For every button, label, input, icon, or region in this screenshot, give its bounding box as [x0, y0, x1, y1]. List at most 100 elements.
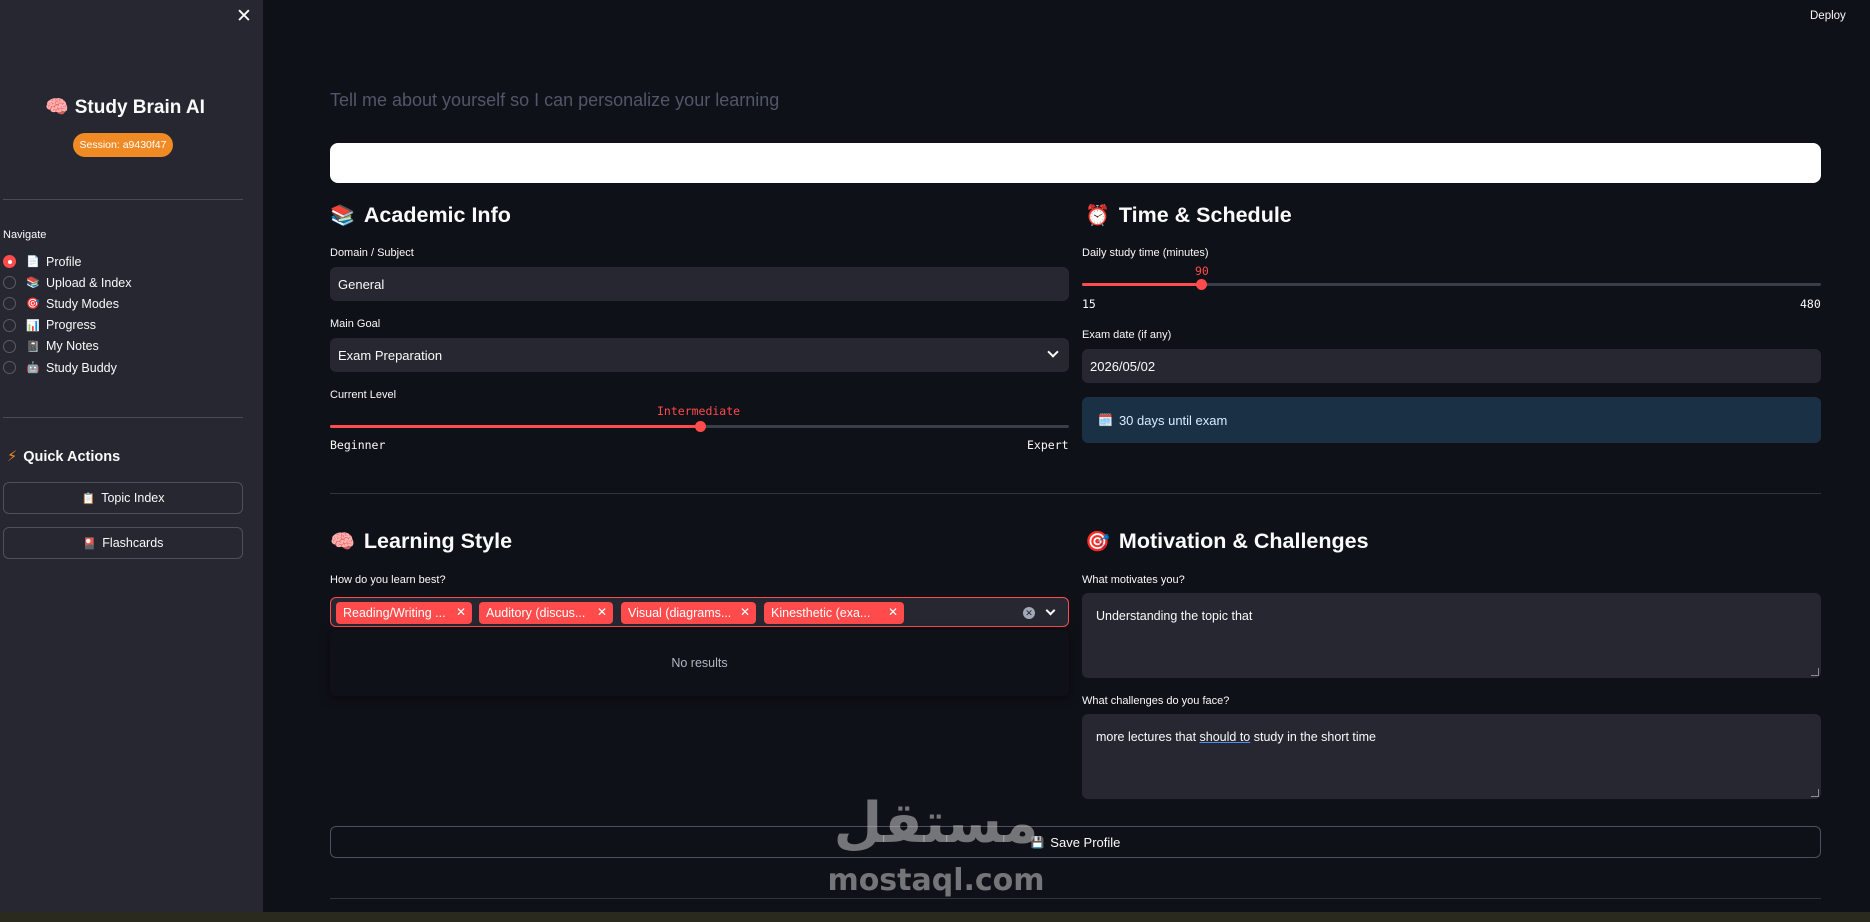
study-time-slider-thumb[interactable]: [1196, 279, 1208, 290]
learning-style-question: How do you learn best?: [330, 574, 446, 586]
page-icon: 📄: [26, 256, 40, 269]
brain-icon: 🧠: [330, 531, 355, 553]
remove-tag-icon[interactable]: ✕: [888, 605, 898, 619]
quick-actions-title: Quick Actions: [23, 449, 121, 465]
lightning-icon: ⚡: [7, 449, 18, 465]
watermark-latin: mostaql.com: [827, 863, 1045, 898]
remove-tag-icon[interactable]: ✕: [740, 605, 750, 619]
learning-style-tag: Kinesthetic (exa... ✕: [764, 602, 904, 624]
exam-date-label: Exam date (if any): [1082, 329, 1172, 341]
no-results-text: No results: [671, 656, 728, 670]
section-title-text: Time & Schedule: [1118, 203, 1292, 227]
nav-item-label: Profile: [46, 254, 82, 269]
learning-style-heading: 🧠 Learning Style: [330, 529, 512, 554]
section-divider: [330, 493, 1821, 494]
calendar-icon: 🗓️: [1098, 413, 1113, 427]
clear-all-icon[interactable]: ✕: [1023, 607, 1035, 619]
study-time-slider-value: 90: [1195, 264, 1209, 278]
tag-label: Visual (diagrams...: [628, 606, 732, 620]
sidebar-brand: 🧠 Study Brain AI: [0, 95, 250, 119]
nav-item-label: Study Buddy: [46, 360, 117, 375]
textarea-value-part: study in the short time: [1250, 730, 1377, 744]
exam-date-input[interactable]: 2026/05/02: [1082, 349, 1821, 383]
nav-item-study-modes[interactable]: 🎯 Study Modes: [3, 293, 243, 314]
nav-item-progress[interactable]: 📊 Progress: [3, 315, 243, 336]
motivates-label: What motivates you?: [1082, 574, 1185, 586]
current-level-label: Current Level: [330, 389, 397, 401]
learning-style-multiselect[interactable]: Reading/Writing ... ✕ Auditory (discus...…: [330, 597, 1069, 627]
nav-item-profile[interactable]: 📄 Profile: [3, 251, 243, 272]
tag-label: Auditory (discus...: [486, 606, 586, 620]
radio-unselected[interactable]: [3, 318, 16, 332]
level-slider-value: Intermediate: [657, 404, 741, 418]
challenges-label: What challenges do you face?: [1082, 695, 1230, 707]
deploy-button[interactable]: Deploy: [1810, 10, 1846, 22]
nav-item-upload-index[interactable]: 📚 Upload & Index: [3, 272, 243, 293]
info-text: 30 days until exam: [1118, 412, 1228, 428]
domain-input[interactable]: General: [330, 267, 1069, 301]
topic-index-button[interactable]: 📋 Topic Index: [3, 482, 243, 514]
section-title-text: Motivation & Challenges: [1118, 529, 1369, 553]
textarea-value-part: more lectures that: [1096, 730, 1200, 744]
chevron-down-icon[interactable]: [1045, 605, 1056, 616]
books-icon: 📚: [330, 205, 355, 227]
multiselect-dropdown: No results: [330, 630, 1069, 696]
learning-style-tag: Auditory (discus... ✕: [479, 602, 613, 624]
level-min-label: Beginner: [330, 438, 386, 452]
flashcard-icon: 🎴: [82, 537, 97, 550]
nav-label: Navigate: [3, 229, 47, 241]
radio-unselected[interactable]: [3, 297, 16, 311]
motivation-heading: 🎯 Motivation & Challenges: [1085, 529, 1369, 554]
section-divider: [330, 898, 1821, 899]
sidebar-divider: [3, 199, 243, 200]
main-goal-select[interactable]: Exam Preparation: [330, 338, 1069, 372]
brain-icon: 🧠: [45, 97, 69, 118]
radio-unselected[interactable]: [3, 361, 16, 375]
resize-handle-icon[interactable]: [1811, 668, 1819, 676]
nav-radio-group: 📄 Profile 📚 Upload & Index 🎯 Study Modes…: [3, 251, 243, 378]
level-slider-thumb[interactable]: [694, 421, 706, 432]
page-subtitle: Tell me about yourself so I can personal…: [330, 90, 780, 110]
clipboard-icon: 📋: [81, 492, 96, 505]
close-sidebar-icon[interactable]: ✕: [236, 7, 252, 26]
resize-handle-icon[interactable]: [1811, 789, 1819, 797]
nav-item-label: Study Modes: [46, 296, 119, 311]
level-max-label: Expert: [1027, 438, 1069, 452]
textarea-value: Understanding the topic that: [1096, 609, 1253, 623]
exam-countdown-info: 🗓️ 30 days until exam: [1082, 397, 1821, 443]
radio-selected[interactable]: [3, 255, 16, 269]
button-label: Save Profile: [1050, 834, 1121, 850]
session-badge: Session: a9430f47: [73, 133, 173, 157]
section-title-text: Learning Style: [363, 529, 513, 553]
nav-item-study-buddy[interactable]: 🤖 Study Buddy: [3, 357, 243, 378]
flashcards-button[interactable]: 🎴 Flashcards: [3, 527, 243, 559]
remove-tag-icon[interactable]: ✕: [597, 605, 607, 619]
level-slider-track[interactable]: [330, 421, 1069, 432]
motivates-textarea[interactable]: Understanding the topic that: [1082, 593, 1821, 678]
save-profile-button[interactable]: 💾 Save Profile: [330, 826, 1821, 858]
section-title-text: Academic Info: [363, 203, 511, 227]
study-time-slider-track[interactable]: [1082, 279, 1821, 290]
sidebar-divider: [3, 417, 243, 418]
tag-label: Kinesthetic (exa...: [771, 606, 871, 620]
chevron-down-icon: [1047, 346, 1059, 358]
bar-chart-icon: 📊: [26, 319, 40, 332]
white-banner-bar: [330, 143, 1821, 183]
button-label: Flashcards: [102, 536, 164, 550]
quick-actions-heading: ⚡ Quick Actions: [7, 449, 120, 465]
spellcheck-underlined-text: should to: [1199, 730, 1251, 744]
radio-unselected[interactable]: [3, 339, 16, 353]
radio-unselected[interactable]: [3, 276, 16, 290]
books-icon: 📚: [26, 277, 40, 290]
remove-tag-icon[interactable]: ✕: [456, 605, 466, 619]
study-time-min-label: 15: [1082, 297, 1096, 311]
domain-label: Domain / Subject: [330, 247, 414, 259]
challenges-textarea[interactable]: more lectures that should to study in th…: [1082, 714, 1821, 799]
time-schedule-heading: ⏰ Time & Schedule: [1085, 203, 1292, 228]
study-time-max-label: 480: [1800, 297, 1821, 311]
academic-info-heading: 📚 Academic Info: [330, 203, 511, 228]
learning-style-tag: Reading/Writing ... ✕: [336, 602, 472, 624]
alarm-clock-icon: ⏰: [1085, 205, 1110, 227]
select-value: Exam Preparation: [338, 347, 443, 363]
nav-item-my-notes[interactable]: 📓 My Notes: [3, 336, 243, 357]
